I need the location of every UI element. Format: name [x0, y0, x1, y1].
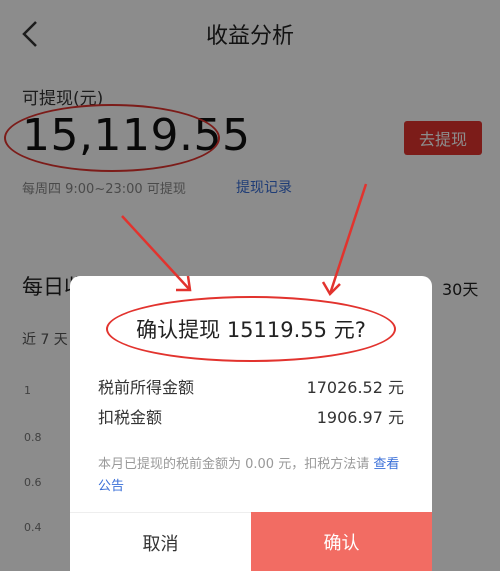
tax-amount-label: 扣税金额	[98, 408, 163, 427]
tax-amount-value: 1906.97 元	[316, 408, 404, 427]
confirm-withdraw-dialog: 确认提现 15119.55 元? 税前所得金额 17026.52 元 扣税金额 …	[70, 276, 432, 571]
tax-note-text: 本月已提现的税前金额为 0.00 元，扣税方法请	[98, 457, 370, 472]
pretax-amount-value: 17026.52 元	[306, 378, 404, 397]
pretax-amount-label: 税前所得金额	[98, 378, 195, 397]
confirm-button[interactable]: 确认	[251, 512, 432, 571]
cancel-button[interactable]: 取消	[70, 512, 251, 571]
tax-note: 本月已提现的税前金额为 0.00 元，扣税方法请 查看公告	[98, 454, 408, 498]
annotation-ellipse-title	[106, 296, 396, 362]
